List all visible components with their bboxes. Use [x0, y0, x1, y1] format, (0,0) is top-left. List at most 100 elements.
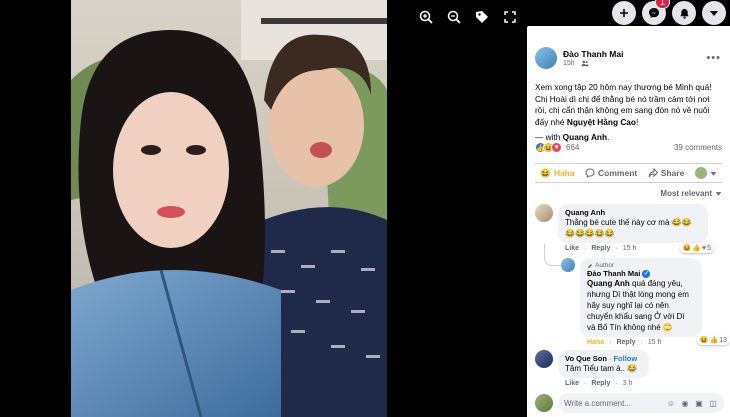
verified-icon: ✓	[642, 269, 651, 278]
love-reaction-icon: ♥	[701, 244, 707, 252]
tagged-person-link[interactable]: Quang Anh	[563, 132, 607, 142]
sort-label: Most relevant	[660, 189, 712, 198]
post-author[interactable]: Đào Thanh Mai	[563, 49, 703, 59]
separator-dot: ·	[576, 60, 580, 67]
zoom-out-icon[interactable]	[443, 6, 465, 28]
sort-comments-dropdown[interactable]: Most relevant	[660, 189, 722, 198]
share-as-button[interactable]	[694, 167, 717, 179]
friends-icon	[581, 60, 589, 67]
commenter-avatar[interactable]	[535, 350, 553, 368]
create-button[interactable]	[612, 1, 636, 25]
comment-text: Thằng bé cute thế này cơ mà 😂😂😂😂😂😂😂	[565, 218, 692, 238]
post-time[interactable]: 15h	[563, 60, 575, 67]
reply-thread-line	[544, 244, 562, 266]
mention-link[interactable]: Nguyệt Hằng Cao	[567, 117, 636, 127]
separator-dot: ·	[584, 245, 587, 252]
comment-reaction-count: 13	[719, 336, 727, 344]
sticker-icon[interactable]: ◫	[708, 398, 718, 408]
fullscreen-icon[interactable]	[499, 6, 521, 28]
share-label: Share	[660, 168, 685, 178]
commenter-name[interactable]: Đào Thanh Mai	[587, 269, 640, 278]
haha-reaction-icon: 😆	[699, 337, 709, 344]
messenger-icon	[649, 8, 659, 18]
reply-button[interactable]: Reply	[591, 245, 610, 252]
separator-dot: ·	[640, 339, 643, 346]
caret-down-icon	[710, 11, 718, 16]
post-panel: Đào Thanh Mai 15h · ••• Xem xong tập 20 …	[527, 26, 730, 417]
messenger-button[interactable]: 1	[642, 0, 670, 25]
commenter-avatar[interactable]	[561, 258, 575, 272]
comment-time[interactable]: 3 h	[623, 380, 633, 387]
tag-icon[interactable]	[471, 6, 493, 28]
commenter-avatar[interactable]	[535, 204, 553, 222]
comment-time[interactable]: 15 h	[623, 245, 637, 252]
write-comment-box: Write a comment... ☺ ◉ ▣ ◫	[535, 393, 724, 413]
photo-viewer	[0, 0, 527, 417]
reaction-count[interactable]: 664	[566, 143, 579, 152]
messenger-badge: 1	[654, 0, 670, 9]
separator-dot: ·	[584, 380, 587, 387]
haha-label: Haha	[553, 168, 575, 178]
top-controls: 1	[612, 0, 730, 26]
zoom-in-icon[interactable]	[415, 6, 437, 28]
caret-down-icon	[710, 171, 717, 176]
post-action-bar: 😆 Haha Comment Share	[535, 163, 722, 183]
love-reaction-icon: ♥	[551, 142, 562, 153]
separator-dot: ·	[609, 339, 612, 346]
comment-button[interactable]: Comment	[585, 168, 637, 178]
commenter-name[interactable]: Vo Que Son	[565, 354, 607, 363]
page-avatar	[694, 167, 707, 179]
account-menu-button[interactable]	[702, 1, 726, 25]
post-header: Đào Thanh Mai 15h · •••	[527, 26, 730, 76]
emoji-icon[interactable]: ☺	[666, 398, 676, 408]
haha-button[interactable]: 😆 Haha	[540, 168, 574, 179]
with-prefix: — with	[535, 132, 563, 142]
comment-item: Vo Que Son · Follow Tâm Tiểu tam à.. 😂 L…	[535, 350, 650, 387]
post-photo[interactable]	[71, 0, 387, 417]
like-comment-button[interactable]: Like	[565, 245, 579, 252]
separator-dot: ·	[615, 380, 618, 387]
reply-item: Author Đào Thanh Mai ✓ Quang Anh quá đán…	[561, 258, 730, 346]
comment-input[interactable]: Write a comment... ☺ ◉ ▣ ◫	[558, 393, 724, 413]
bell-icon	[679, 8, 689, 19]
caret-down-icon	[715, 192, 722, 196]
separator-dot: ·	[615, 245, 618, 252]
with-suffix: .	[607, 132, 610, 142]
more-options-icon[interactable]: •••	[703, 52, 724, 64]
author-badge: Author	[595, 262, 615, 269]
haha-icon: 😆	[540, 167, 551, 178]
current-user-avatar[interactable]	[535, 394, 553, 412]
post-text: Xem xong tập 20 hôm nay thương bé Minh q…	[527, 76, 730, 128]
comment-reaction-count: 5	[707, 244, 711, 252]
comment-reactions[interactable]: 😆 👍 ♥ 5	[679, 243, 714, 253]
comment-label: Comment	[598, 168, 638, 178]
like-comment-button[interactable]: Like	[565, 380, 579, 387]
pen-icon	[588, 263, 592, 268]
reactions-summary: 👍 😆 ♥ 664 39 comments	[527, 142, 730, 153]
comment-text: Tâm Tiểu tam à.. 😂	[565, 364, 638, 373]
comment-icon	[585, 168, 595, 178]
plus-icon	[620, 9, 628, 17]
comment-placeholder: Write a comment...	[564, 398, 631, 408]
follow-button[interactable]: Follow	[613, 354, 637, 363]
share-icon	[648, 168, 658, 178]
haha-comment-button[interactable]: Haha	[587, 339, 604, 346]
separator-dot: ·	[608, 354, 612, 363]
gif-icon[interactable]: ▣	[694, 398, 704, 408]
author-avatar[interactable]	[535, 47, 557, 69]
comment-time[interactable]: 15 h	[648, 339, 662, 346]
like-reaction-icon: 👍	[692, 245, 701, 252]
reply-button[interactable]: Reply	[616, 339, 635, 346]
mention-link[interactable]: Quang Anh	[587, 279, 630, 288]
post-text-end: !	[636, 116, 639, 127]
comments-count[interactable]: 39 comments	[674, 143, 722, 152]
share-button[interactable]: Share	[648, 168, 685, 178]
comment-reactions[interactable]: 😆 👍 13	[696, 335, 730, 345]
notifications-button[interactable]	[672, 1, 696, 25]
reply-button[interactable]: Reply	[591, 380, 610, 387]
haha-reaction-icon: 😆	[682, 245, 692, 252]
like-reaction-icon: 👍	[709, 337, 719, 344]
commenter-name[interactable]: Quang Anh	[565, 208, 701, 217]
camera-icon[interactable]: ◉	[680, 398, 690, 408]
tagged-with: — with Quang Anh.	[527, 128, 730, 142]
